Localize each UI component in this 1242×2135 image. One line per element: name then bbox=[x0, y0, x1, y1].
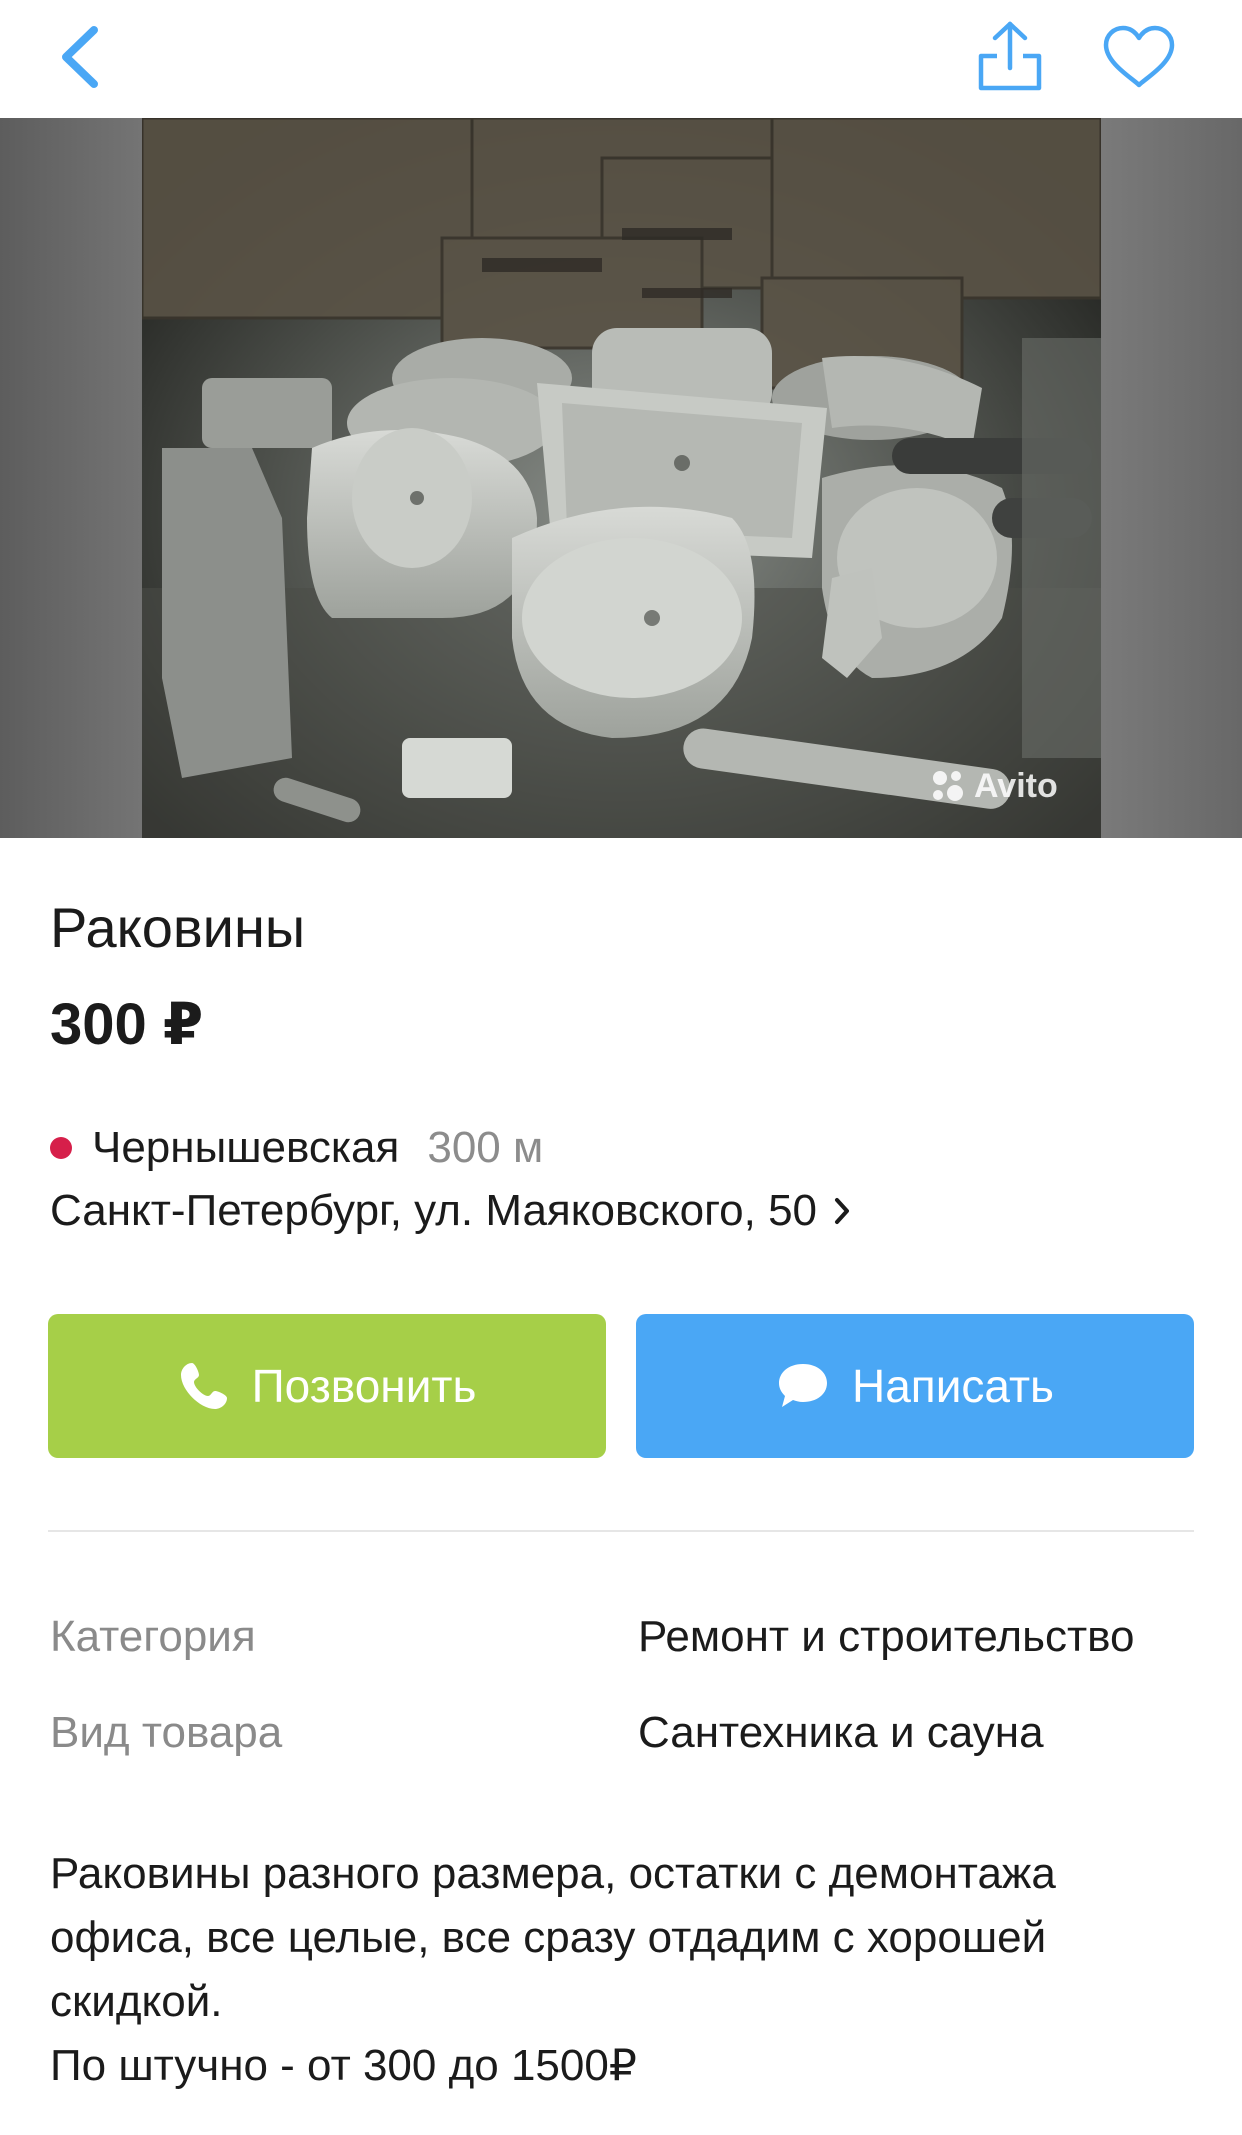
listing-title: Раковины bbox=[50, 896, 306, 959]
metro-distance: 300 м bbox=[427, 1123, 544, 1172]
top-bar bbox=[0, 0, 1242, 118]
write-button-label: Написать bbox=[851, 1360, 1054, 1412]
avito-logo-icon bbox=[933, 771, 963, 801]
metro-info: Чернышевская 300 м bbox=[50, 1123, 543, 1173]
address-text: Санкт-Петербург, ул. Маяковского, 50 bbox=[50, 1186, 818, 1235]
gallery-side-blur-left bbox=[0, 118, 142, 838]
description-paragraph: Раковины разного размера, остатки с демо… bbox=[50, 1849, 1056, 2026]
chat-bubble-icon bbox=[776, 1361, 830, 1411]
chevron-left-icon bbox=[62, 26, 98, 88]
listing-page: Avito Раковины 300 ₽ Чернышевская 300 м … bbox=[0, 0, 1242, 2135]
param-key: Категория bbox=[50, 1612, 256, 1661]
share-button[interactable] bbox=[966, 10, 1054, 102]
param-key: Вид товара bbox=[50, 1708, 283, 1757]
listing-description: Раковины разного размера, остатки с демо… bbox=[50, 1842, 1200, 2098]
favorite-button[interactable] bbox=[1094, 12, 1184, 102]
metro-line-dot bbox=[50, 1137, 72, 1159]
heart-icon bbox=[1103, 25, 1175, 88]
section-divider bbox=[48, 1530, 1194, 1532]
address-link[interactable]: Санкт-Петербург, ул. Маяковского, 50 bbox=[50, 1186, 851, 1236]
param-value: Ремонт и строительство bbox=[638, 1612, 1135, 1661]
back-button[interactable] bbox=[40, 12, 120, 102]
description-paragraph: По штучно - от 300 до 1500₽ bbox=[50, 2041, 637, 2090]
chevron-right-icon bbox=[833, 1196, 851, 1226]
param-value: Сантехника и сауна bbox=[638, 1708, 1044, 1757]
call-button[interactable]: Позвонить bbox=[48, 1314, 606, 1458]
gallery-side-blur-right bbox=[1101, 118, 1242, 838]
metro-station: Чернышевская bbox=[92, 1123, 400, 1172]
phone-icon bbox=[178, 1360, 230, 1412]
write-button[interactable]: Написать bbox=[636, 1314, 1194, 1458]
share-icon bbox=[978, 21, 1042, 91]
listing-photo bbox=[142, 118, 1101, 838]
watermark-text: Avito bbox=[974, 766, 1058, 805]
listing-price: 300 ₽ bbox=[50, 992, 204, 1057]
photo-gallery[interactable]: Avito bbox=[0, 118, 1242, 838]
call-button-label: Позвонить bbox=[251, 1360, 477, 1412]
avito-watermark: Avito bbox=[928, 766, 1058, 806]
